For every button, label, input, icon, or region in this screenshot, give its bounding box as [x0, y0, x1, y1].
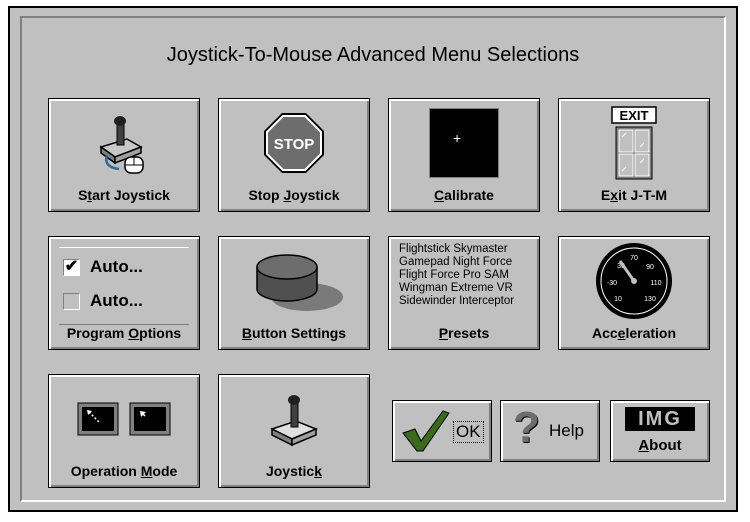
stop-sign-text: STOP [274, 136, 315, 153]
checkmark-icon [402, 410, 450, 452]
stop-joystick-label: Stop Joystick [248, 187, 340, 203]
operation-mode-button[interactable]: Operation Mode [48, 374, 200, 488]
gauge-label: 10 [614, 296, 622, 303]
gauge-label: 70 [630, 255, 638, 262]
preset-item: Sidewinder Interceptor [399, 295, 515, 307]
program-options-label: Program Options [66, 325, 182, 341]
button-settings-button[interactable]: Button Settings [218, 236, 370, 350]
about-button[interactable]: IMG About [610, 400, 710, 462]
gauge-label: 130 [644, 296, 656, 303]
exit-sign-text: EXIT [620, 108, 649, 123]
dialog-title: Joystick-To-Mouse Advanced Menu Selectio… [166, 44, 580, 66]
preset-item: Flightstick Skymaster [399, 243, 508, 255]
question-mark-icon: ? [513, 403, 540, 452]
crosshair-icon: + [453, 130, 462, 146]
speedometer-icon: 30 70 90 110 130 10 -30 [559, 243, 709, 319]
help-label: Help [549, 421, 584, 440]
relative-mode-icon [77, 402, 119, 436]
checkbox-checked-icon: ✔ [63, 257, 80, 276]
ok-button[interactable]: OK [392, 400, 492, 462]
calibrate-button[interactable]: + Calibrate [388, 98, 540, 212]
preset-item: Wingman Extreme VR [399, 282, 513, 294]
gauge-label: -30 [607, 280, 617, 287]
stop-joystick-button[interactable]: STOP Stop Joystick [218, 98, 370, 212]
operation-mode-label: Operation Mode [70, 463, 178, 479]
joystick-button[interactable]: Joystick [218, 374, 370, 488]
about-label: About [638, 437, 682, 454]
joystick-label: Joystick [265, 463, 323, 479]
presets-list: Flightstick Skymaster Gamepad Night Forc… [399, 243, 514, 308]
acceleration-label: Acceleration [591, 325, 677, 341]
calibration-screen-icon: + [389, 107, 539, 179]
program-options-button[interactable]: ✔ Auto... Auto... Program Options [48, 236, 200, 350]
operation-mode-icon [49, 383, 199, 455]
gauge-label: 110 [650, 280, 661, 287]
option-row-1: ✔ Auto... [63, 257, 143, 277]
preset-item: Flight Force Pro SAM [399, 269, 509, 281]
acceleration-button[interactable]: 30 70 90 110 130 10 -30 Acceleration [558, 236, 710, 350]
stop-sign-icon: STOP [219, 107, 369, 179]
exit-jtm-label: Exit J-T-M [600, 187, 668, 203]
joystick-mouse-icon [49, 107, 199, 179]
presets-button[interactable]: Flightstick Skymaster Gamepad Night Forc… [388, 236, 540, 350]
option-1-label: Auto... [90, 257, 143, 276]
button-settings-label: Button Settings [241, 325, 347, 341]
checkbox-unchecked-icon [63, 292, 80, 310]
exit-door-icon: EXIT [559, 106, 709, 180]
dialog-window: Joystick-To-Mouse Advanced Menu Selectio… [8, 6, 738, 512]
option-2-label: Auto... [90, 291, 143, 310]
help-button[interactable]: ? Help [500, 400, 600, 462]
button-cylinder-icon [219, 245, 369, 317]
img-logo-icon: IMG [625, 407, 695, 431]
start-joystick-button[interactable]: Start Joystick [48, 98, 200, 212]
presets-label: Presets [438, 325, 490, 341]
ok-label: OK [453, 421, 484, 443]
preset-item: Gamepad Night Force [399, 256, 513, 268]
gauge-label: 90 [646, 264, 654, 271]
start-joystick-label: Start Joystick [78, 187, 170, 203]
exit-jtm-button[interactable]: EXIT Exit J-T-M [558, 98, 710, 212]
absolute-mode-icon [129, 402, 171, 436]
joystick-icon [219, 383, 369, 455]
calibrate-label: Calibrate [434, 187, 494, 203]
option-row-2: Auto... [63, 291, 143, 311]
